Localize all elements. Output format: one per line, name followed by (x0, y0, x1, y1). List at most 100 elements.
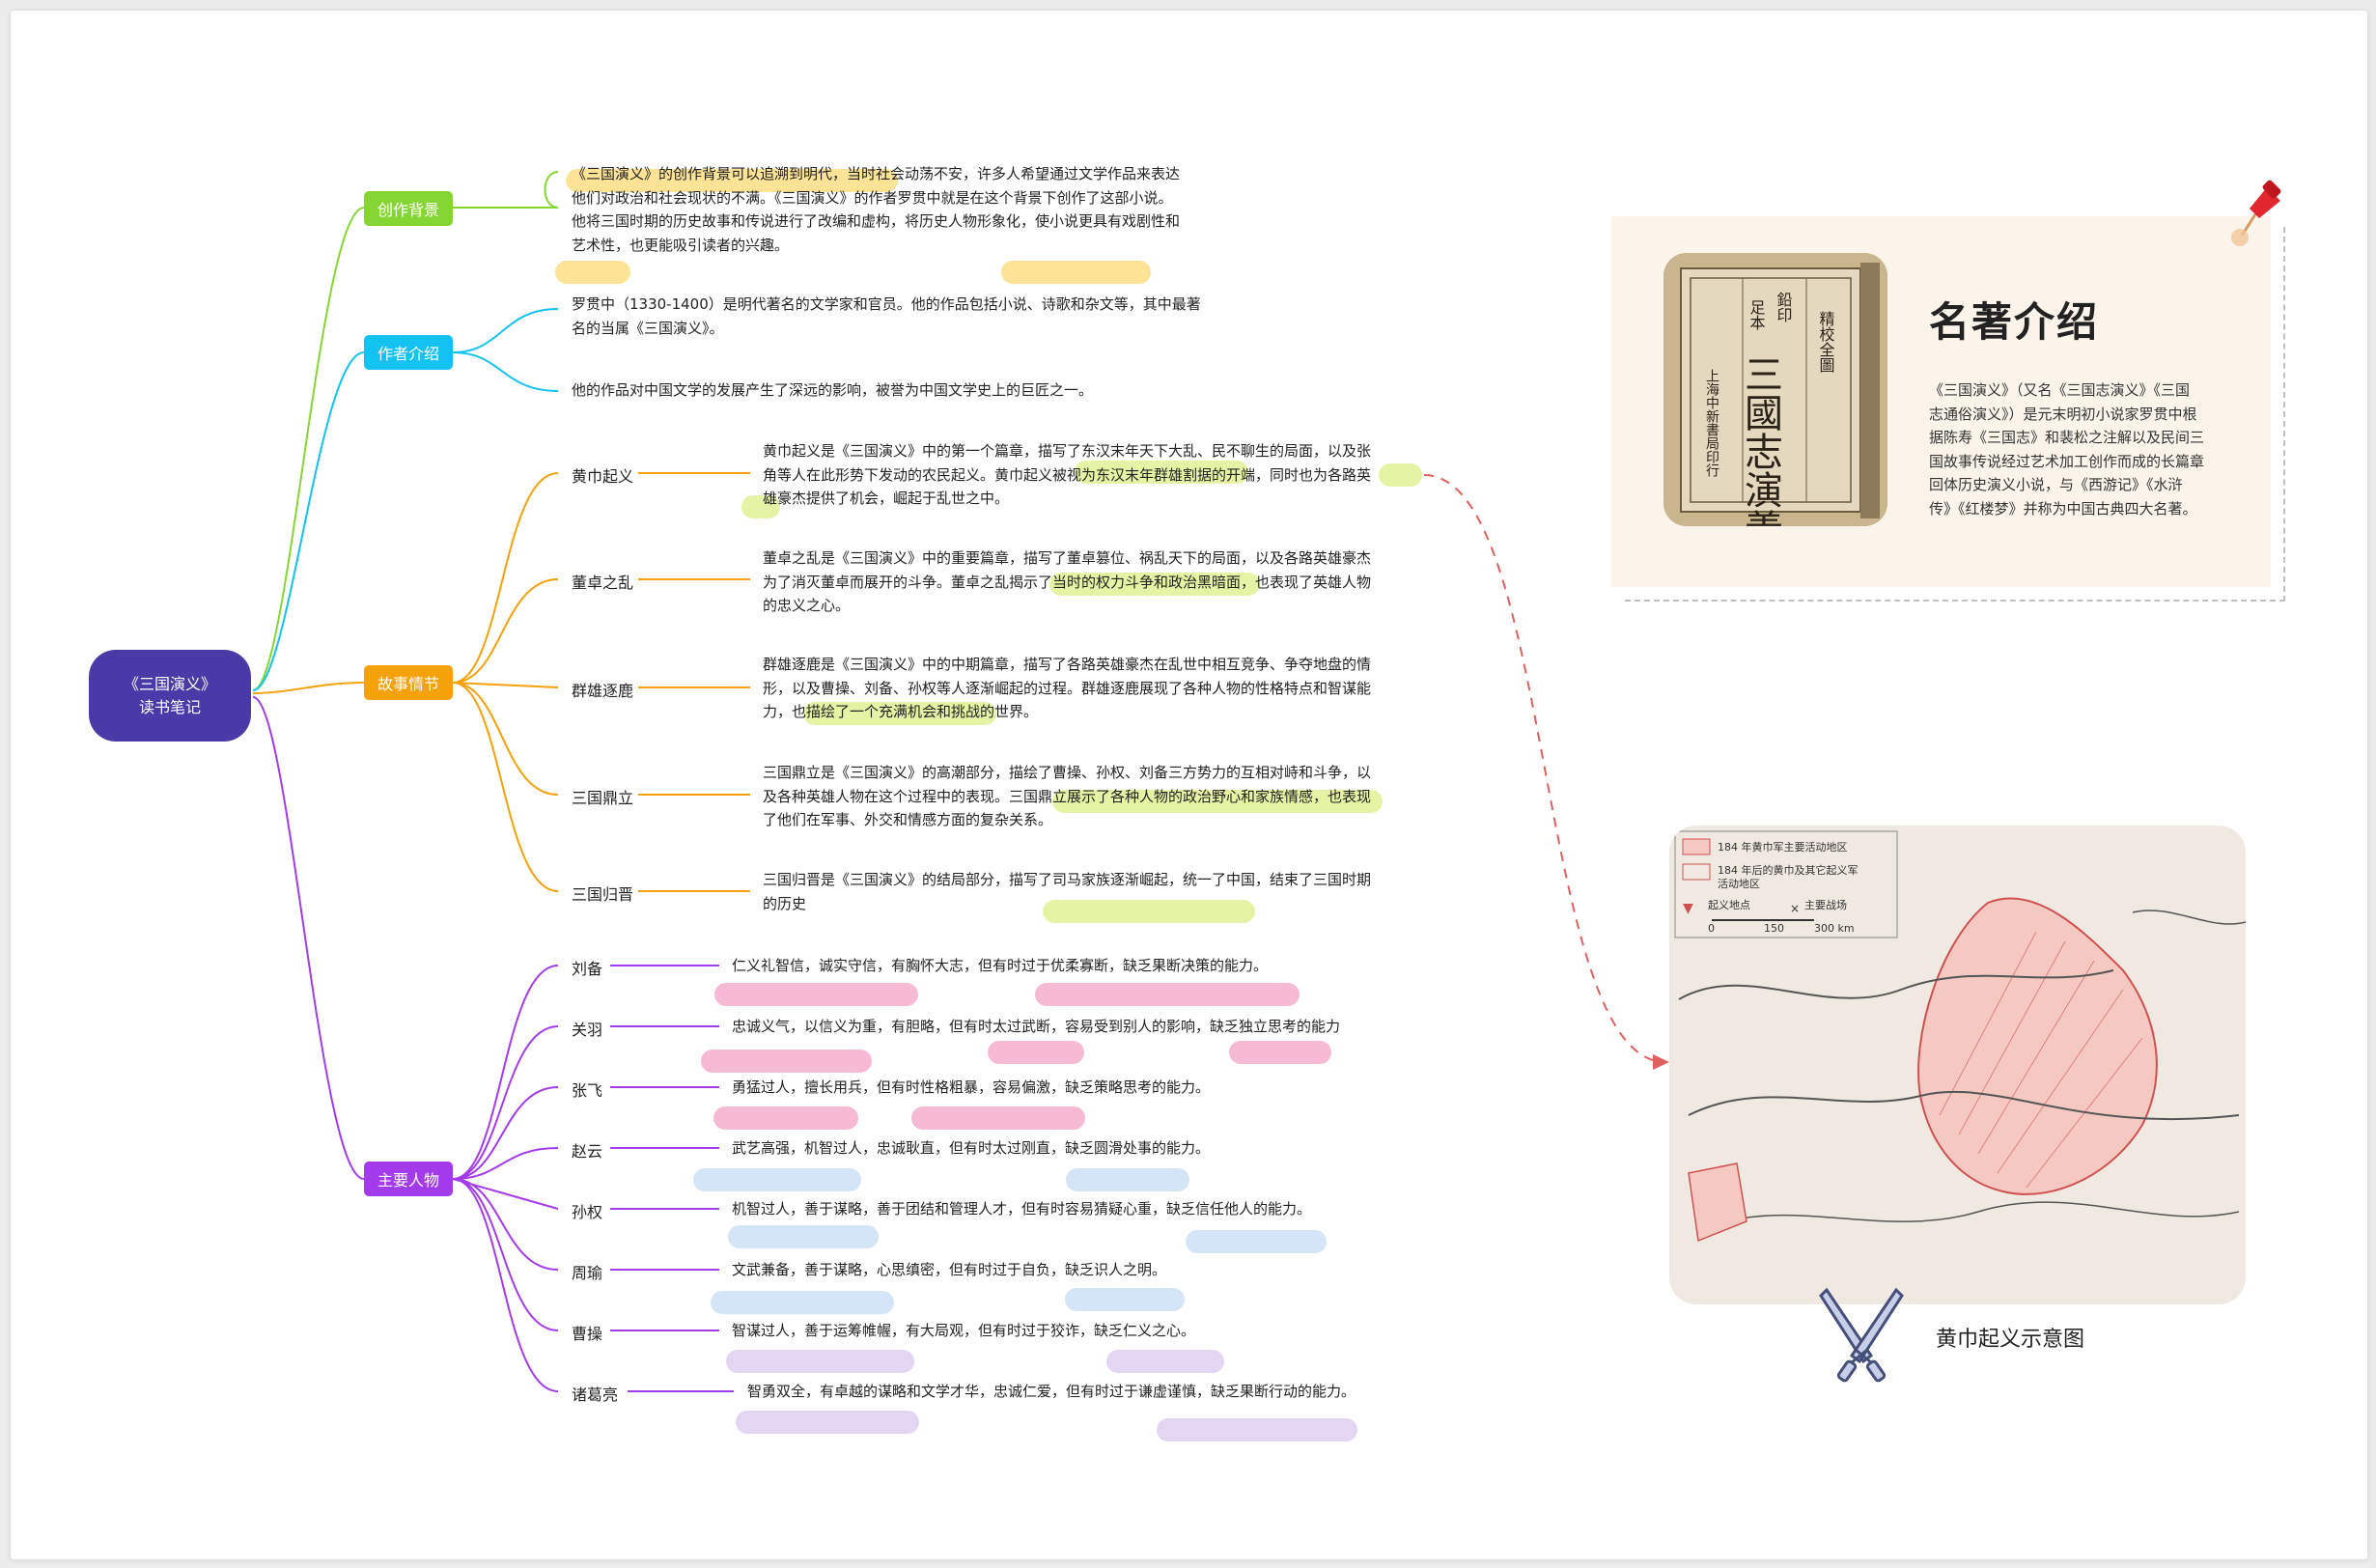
text-line: 他将三国时期的历史故事和传说进行了改编和虚构，将历史人物形象化，使小说更具有戏剧… (572, 212, 1181, 230)
plot-text-guijin[interactable]: 三国归晋是《三国演义》的结局部分，描写了司马家族逐渐崛起，统一了中国，结束了三国… (763, 868, 1371, 915)
character-desc[interactable]: 勇猛过人，擅长用兵，但有时性格粗暴，容易偏激，缺乏策略思考的能力。 (732, 1076, 1210, 1100)
text-line: 据陈寿《三国志》和裴松之注解以及民间三 (1929, 429, 2205, 447)
svg-text:▼: ▼ (1683, 901, 1693, 916)
branch-characters[interactable]: 主要人物 (364, 1162, 453, 1196)
text-line: 志通俗演义》）是元末明初小说家罗贯中根 (1929, 405, 2197, 423)
character-name[interactable]: 赵云 (572, 1138, 602, 1162)
plot-title-guijin[interactable]: 三国归晋 (572, 882, 633, 905)
text-line: 为了消灭董卓而展开的斗争。董卓之乱揭示了当时的权力斗争和政治黑暗面，也表现了英雄… (763, 573, 1372, 591)
character-name[interactable]: 诸葛亮 (572, 1382, 618, 1405)
map-legend-text: 184 年黄巾军主要活动地区 (1718, 840, 1848, 854)
text-line: 角等人在此形势下发动的农民起义。黄巾起义被视为东汉末年群雄割据的开端，同时也为各… (763, 465, 1372, 484)
highlight-mark (1066, 1168, 1189, 1191)
root-title: 《三国演义》 (123, 674, 216, 693)
card-description: 《三国演义》（又名《三国志演义》《三国 志通俗演义》）是元末明初小说家罗贯中根 … (1929, 378, 2238, 521)
text-line: 了他们在军事、外交和情感方面的复杂关系。 (763, 811, 1053, 828)
text-line: 力，也描绘了一个充满机会和挑战的世界。 (763, 703, 1039, 720)
pushpin-icon (2231, 180, 2281, 246)
character-desc[interactable]: 武艺高强，机智过人，忠诚耿直，但有时太过刚直，缺乏圆滑处事的能力。 (732, 1136, 1210, 1161)
svg-text:×: × (1790, 902, 1800, 915)
text-line: 罗贯中（1330-1400）是明代著名的文学家和官员。他的作品包括小说、诗歌和杂… (572, 295, 1201, 313)
author-text-2[interactable]: 他的作品对中国文学的发展产生了深远的影响，被誉为中国文学史上的巨匠之一。 (572, 378, 1093, 403)
highlight-mark (701, 1050, 872, 1073)
map-legend-text: 184 年后的黄巾及其它起义军 (1718, 863, 1859, 877)
text-line: 群雄逐鹿是《三国演义》中的中期篇章，描写了各路英雄豪杰在乱世中相互竞争、争夺地盘… (763, 656, 1372, 673)
character-name[interactable]: 周瑜 (572, 1260, 602, 1283)
root-node[interactable]: 《三国演义》 读书笔记 (89, 650, 251, 742)
text-line: 国故事传说经过艺术加工创作而成的长篇章 (1929, 452, 2205, 470)
card-title: 名著介绍 (1929, 298, 2100, 346)
branch-author[interactable]: 作者介绍 (364, 335, 453, 370)
character-name[interactable]: 孙权 (572, 1199, 602, 1222)
highlight-mark (1065, 1288, 1185, 1311)
book-cover-text: 鉛印 (1775, 292, 1793, 322)
text-line: 艺术性，也更能吸引读者的兴趣。 (572, 236, 790, 254)
plot-text-dingli[interactable]: 三国鼎立是《三国演义》的高潮部分，描绘了曹操、孙权、刘备三方势力的互相对峙和斗争… (763, 761, 1371, 832)
text-line: 回体历史演义小说，与《西游记》《水浒 (1929, 476, 2183, 494)
text-line: 董卓之乱是《三国演义》中的重要篇章，描写了董卓篡位、祸乱天下的局面，以及各路英雄… (763, 549, 1372, 567)
map-scale-text: 150 (1764, 922, 1784, 935)
text-line: 形，以及曹操、刘备、孙权等人逐渐崛起的过程。群雄逐鹿展现了各种人物的性格特点和智… (763, 679, 1372, 697)
text-line: 的忠义之心。 (763, 597, 851, 614)
highlight-mark (555, 261, 630, 284)
text-line: 三国归晋是《三国演义》的结局部分，描写了司马家族逐渐崛起，统一了中国，结束了三国… (763, 871, 1372, 888)
character-name[interactable]: 关羽 (572, 1017, 602, 1040)
character-desc[interactable]: 忠诚义气，以信义为重，有胆略，但有时太过武断，容易受到别人的影响，缺乏独立思考的… (732, 1015, 1340, 1039)
highlight-mark (711, 1291, 894, 1314)
branch-background[interactable]: 创作背景 (364, 191, 453, 226)
highlight-mark (1035, 983, 1300, 1006)
map-caption: 黄巾起义示意图 (1936, 1328, 2085, 1352)
author-text-1[interactable]: 罗贯中（1330-1400）是明代著名的文学家和官员。他的作品包括小说、诗歌和杂… (572, 293, 1201, 340)
map-scale-text: 0 (1708, 922, 1715, 935)
book-cover-text: 上海中新書局印行 (1704, 369, 1719, 478)
branch-plot[interactable]: 故事情节 (364, 665, 453, 700)
highlight-mark (911, 1106, 1085, 1130)
plot-text-huangjin[interactable]: 黄巾起义是《三国演义》中的第一个篇章，描写了东汉末年天下大乱、民不聊生的局面，以… (763, 439, 1371, 511)
text-line: 《三国演义》的创作背景可以追溯到明代，当时社会动荡不安，许多人希望通过文学作品来… (572, 165, 1181, 182)
highlight-mark (736, 1411, 919, 1434)
text-line: 的历史 (763, 894, 807, 912)
background-text[interactable]: 《三国演义》的创作背景可以追溯到明代，当时社会动荡不安，许多人希望通过文学作品来… (572, 162, 1180, 257)
crossed-swords-icon (1819, 1287, 1904, 1383)
character-name[interactable]: 曹操 (572, 1321, 602, 1344)
plot-title-dingli[interactable]: 三国鼎立 (572, 785, 633, 808)
highlight-mark (1001, 261, 1151, 284)
text-line: 他的作品对中国文学的发展产生了深远的影响，被誉为中国文学史上的巨匠之一。 (572, 381, 1094, 399)
book-cover-title: 三國志演義 (1738, 354, 1782, 526)
yellow-turban-map-image: 184 年黄巾军主要活动地区 184 年后的黄巾及其它起义军 活动地区 起义地点… (1669, 826, 2246, 1304)
highlight-mark (714, 983, 918, 1006)
highlight-mark (1157, 1418, 1357, 1442)
highlight-mark (713, 1106, 858, 1130)
character-desc[interactable]: 智谋过人，善于运筹帷幄，有大局观，但有时过于狡诈，缺乏仁义之心。 (732, 1319, 1195, 1343)
map-legend-text: 主要战场 (1804, 898, 1847, 911)
text-line: 及各种英雄人物在这个过程中的表现。三国鼎立展示了各种人物的政治野心和家族情感，也… (763, 787, 1372, 805)
highlight-mark (1186, 1230, 1327, 1253)
text-line: 《三国演义》（又名《三国志演义》《三国 (1929, 381, 2191, 399)
map-legend-text: 活动地区 (1718, 878, 1760, 890)
text-line: 雄豪杰提供了机会，崛起于乱世之中。 (763, 490, 1010, 507)
root-subtitle: 读书笔记 (138, 697, 201, 716)
highlight-mark (726, 1350, 914, 1373)
character-name[interactable]: 刘备 (572, 956, 602, 979)
character-name[interactable]: 张飞 (572, 1078, 602, 1101)
plot-text-qunxiong[interactable]: 群雄逐鹿是《三国演义》中的中期篇章，描写了各路英雄豪杰在乱世中相互竞争、争夺地盘… (763, 653, 1371, 724)
book-cover-text: 精校全圖 (1817, 311, 1835, 373)
character-desc[interactable]: 仁义礼智信，诚实守信，有胸怀大志，但有时过于优柔寡断，缺乏果断决策的能力。 (732, 954, 1268, 978)
highlight-mark (1106, 1350, 1224, 1373)
text-line: 他们对政治和社会现状的不满。《三国演义》的作者罗贯中就是在这个背景下创作了这部小… (572, 188, 1173, 207)
highlight-mark (728, 1225, 879, 1248)
highlight-mark (988, 1041, 1084, 1064)
highlight-mark (1229, 1041, 1331, 1064)
book-cover-image: 足本 鉛印 三國志演義 精校全圖 上海中新書局印行 (1663, 253, 1887, 526)
plot-title-huangjin[interactable]: 黄巾起义 (572, 463, 633, 487)
text-line: 黄巾起义是《三国演义》中的第一个篇章，描写了东汉末年天下大乱、民不聊生的局面，以… (763, 442, 1372, 460)
highlight-mark (693, 1168, 861, 1191)
text-line: 传》《红楼梦》并称为中国古典四大名著。 (1929, 499, 2197, 518)
plot-text-dongzhuo[interactable]: 董卓之乱是《三国演义》中的重要篇章，描写了董卓篡位、祸乱天下的局面，以及各路英雄… (763, 546, 1371, 618)
character-desc[interactable]: 智勇双全，有卓越的谋略和文学才华，忠诚仁爱，但有时过于谦虚谨慎，缺乏果断行动的能… (747, 1380, 1356, 1404)
plot-title-dongzhuo[interactable]: 董卓之乱 (572, 570, 633, 593)
character-desc[interactable]: 文武兼备，善于谋略，心思缜密，但有时过于自负，缺乏识人之明。 (732, 1258, 1166, 1282)
text-line: 三国鼎立是《三国演义》的高潮部分，描绘了曹操、孙权、刘备三方势力的互相对峙和斗争… (763, 764, 1372, 781)
plot-title-qunxiong[interactable]: 群雄逐鹿 (572, 678, 633, 701)
character-desc[interactable]: 机智过人，善于谋略，善于团结和管理人才，但有时容易猜疑心重，缺乏信任他人的能力。 (732, 1197, 1311, 1221)
